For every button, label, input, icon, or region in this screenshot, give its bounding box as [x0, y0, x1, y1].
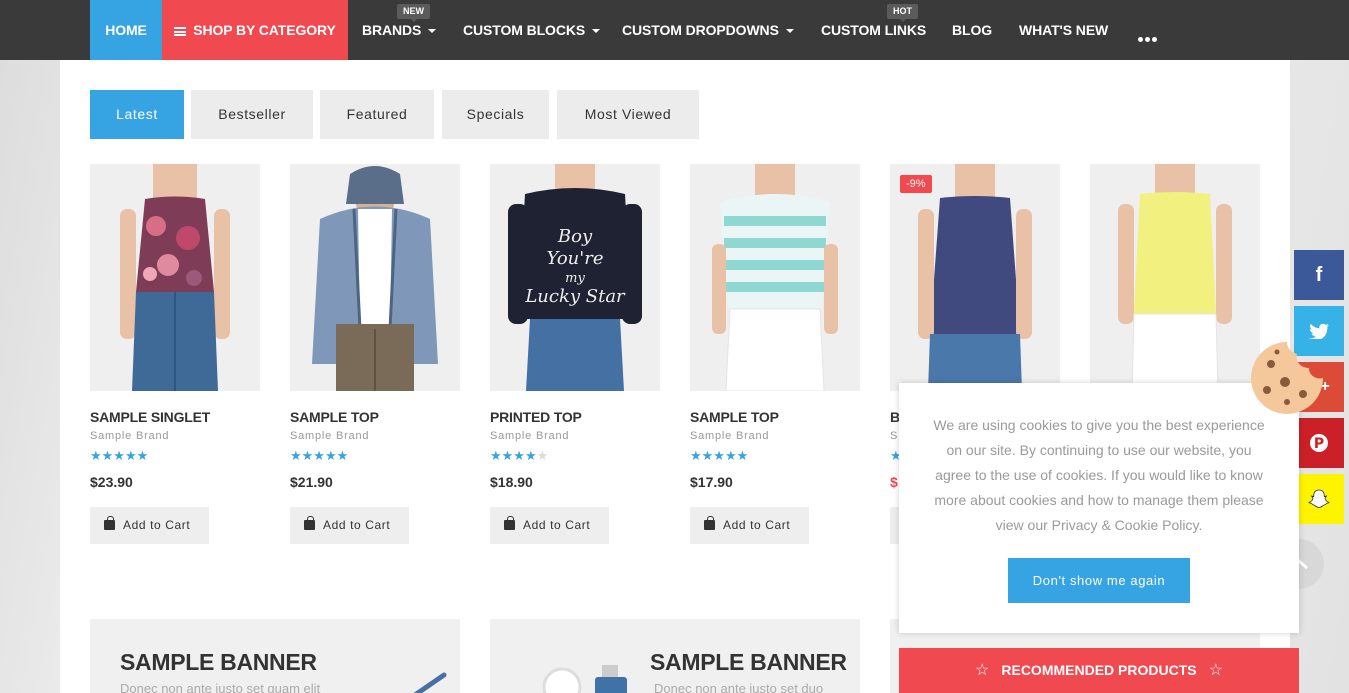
- banner-text: Donec non ante justo set quam elit: [120, 681, 321, 693]
- nav-home[interactable]: HOME: [90, 0, 162, 60]
- shopping-bag-icon: [304, 516, 315, 530]
- chevron-down-icon: [785, 29, 794, 33]
- product-brand[interactable]: Sample Brand: [290, 430, 460, 442]
- product-card: SAMPLE TOP Sample Brand ★★★★★ $17.90 Add…: [690, 164, 860, 544]
- star-icon: ☆: [1208, 662, 1223, 679]
- dont-show-again-button[interactable]: Don't show me again: [1008, 558, 1190, 603]
- product-price: $23.90: [90, 474, 133, 490]
- product-image[interactable]: [290, 164, 460, 391]
- product-image[interactable]: [90, 164, 260, 391]
- recommended-label: RECOMMENDED PRODUCTS: [1001, 662, 1197, 678]
- add-to-cart-label: Add to Cart: [523, 518, 591, 532]
- add-to-cart-label: Add to Cart: [723, 518, 791, 532]
- product-image[interactable]: Boy You're my Lucky Star: [490, 164, 660, 391]
- chevron-down-icon: [592, 29, 601, 33]
- product-image[interactable]: [690, 164, 860, 391]
- shopping-bag-icon: [504, 516, 515, 530]
- product-price: $17.90: [690, 474, 733, 490]
- product-price: $18.90: [490, 474, 533, 490]
- chevron-down-icon: [428, 29, 437, 33]
- sample-banner[interactable]: SAMPLE BANNER Donec non ante justo set q…: [90, 619, 460, 693]
- recommended-products-button[interactable]: ☆ RECOMMENDED PRODUCTS ☆: [899, 648, 1299, 693]
- tab-specials[interactable]: Specials: [442, 90, 549, 139]
- product-price: $21.90: [290, 474, 333, 490]
- product-card: SAMPLE TOP Sample Brand ★★★★★ $21.90 Add…: [290, 164, 460, 544]
- rating-stars: ★★★★★: [90, 448, 149, 463]
- shopping-bag-icon: [704, 516, 715, 530]
- discount-badge: -9%: [900, 175, 932, 193]
- product-brand[interactable]: Sample Brand: [490, 430, 660, 442]
- nav-blog-label: BLOG: [952, 22, 993, 38]
- product-brand[interactable]: Sample Brand: [690, 430, 860, 442]
- nav-custom-links-label: CUSTOM LINKS: [821, 22, 927, 38]
- product-name[interactable]: SAMPLE SINGLET: [90, 409, 260, 425]
- rating-stars: ★★★★★: [290, 448, 349, 463]
- nav-custom-blocks[interactable]: CUSTOM BLOCKS: [463, 0, 601, 60]
- new-badge: NEW: [397, 4, 430, 22]
- product-card: [1090, 164, 1260, 391]
- svg-text:my: my: [565, 271, 585, 286]
- banner-title: SAMPLE BANNER: [650, 649, 847, 675]
- banner-title: SAMPLE BANNER: [120, 649, 317, 675]
- product-illustration: [542, 665, 627, 693]
- shopping-bag-icon: [104, 516, 115, 530]
- pinterest-icon[interactable]: P: [1294, 418, 1344, 468]
- nav-custom-dropdowns[interactable]: CUSTOM DROPDOWNS: [622, 0, 794, 60]
- product-brand[interactable]: Sample Brand: [90, 430, 260, 442]
- nav-custom-blocks-label: CUSTOM BLOCKS: [463, 22, 586, 38]
- product-card: Boy You're my Lucky Star PRINTED TOP Sam…: [490, 164, 660, 544]
- product-image[interactable]: [1090, 164, 1260, 391]
- facebook-icon[interactable]: f: [1294, 250, 1344, 300]
- top-navigation: HOME SHOP BY CATEGORY BRANDS NEW CUSTOM …: [0, 0, 1349, 60]
- svg-text:P: P: [1314, 436, 1324, 452]
- product-card: SAMPLE SINGLET Sample Brand ★★★★★ $23.90…: [90, 164, 260, 544]
- product-name[interactable]: PRINTED TOP: [490, 409, 660, 425]
- nav-blog[interactable]: BLOG: [952, 0, 992, 60]
- nav-brands-label: BRANDS: [362, 22, 422, 38]
- pen-icon: [413, 672, 447, 693]
- tab-bestseller[interactable]: Bestseller: [191, 90, 313, 139]
- nav-shop-label: SHOP BY CATEGORY: [193, 22, 336, 38]
- menu-icon: [174, 27, 187, 36]
- hot-badge: HOT: [887, 4, 918, 22]
- add-to-cart-label: Add to Cart: [123, 518, 191, 532]
- svg-text:Lucky Star: Lucky Star: [524, 286, 626, 307]
- add-to-cart-button[interactable]: Add to Cart: [690, 507, 809, 544]
- add-to-cart-button[interactable]: Add to Cart: [490, 507, 609, 544]
- add-to-cart-label: Add to Cart: [323, 518, 391, 532]
- cookie-message: We are using cookies to give you the bes…: [933, 417, 1265, 533]
- tab-featured[interactable]: Featured: [320, 90, 434, 139]
- sample-banner[interactable]: SAMPLE BANNER Donec non ante justo set d…: [490, 619, 860, 693]
- product-name[interactable]: SAMPLE TOP: [290, 409, 460, 425]
- svg-text:Boy: Boy: [557, 226, 593, 247]
- nav-whats-new-label: WHAT'S NEW: [1019, 22, 1109, 38]
- nav-shop-by-category[interactable]: SHOP BY CATEGORY: [162, 0, 348, 60]
- tab-latest[interactable]: Latest: [90, 90, 184, 139]
- nav-custom-dropdowns-label: CUSTOM DROPDOWNS: [622, 22, 779, 38]
- svg-text:You're: You're: [547, 248, 604, 269]
- tab-most-viewed[interactable]: Most Viewed: [557, 90, 699, 139]
- cookie-icon: [1251, 342, 1323, 414]
- snapchat-icon[interactable]: [1294, 474, 1344, 524]
- product-image[interactable]: -9%: [890, 164, 1060, 391]
- product-name[interactable]: SAMPLE TOP: [690, 409, 860, 425]
- more-icon[interactable]: [1138, 29, 1159, 47]
- rating-stars: ★★★★★: [490, 448, 549, 463]
- banner-text: Donec non ante justo set duo: [654, 681, 824, 693]
- nav-whats-new[interactable]: WHAT'S NEW: [1019, 0, 1108, 60]
- nav-home-label: HOME: [105, 22, 147, 38]
- rating-stars: ★★★★★: [690, 448, 749, 463]
- star-icon: ☆: [975, 662, 990, 679]
- add-to-cart-button[interactable]: Add to Cart: [90, 507, 209, 544]
- add-to-cart-button[interactable]: Add to Cart: [290, 507, 409, 544]
- cookie-consent-dialog: We are using cookies to give you the bes…: [899, 383, 1299, 633]
